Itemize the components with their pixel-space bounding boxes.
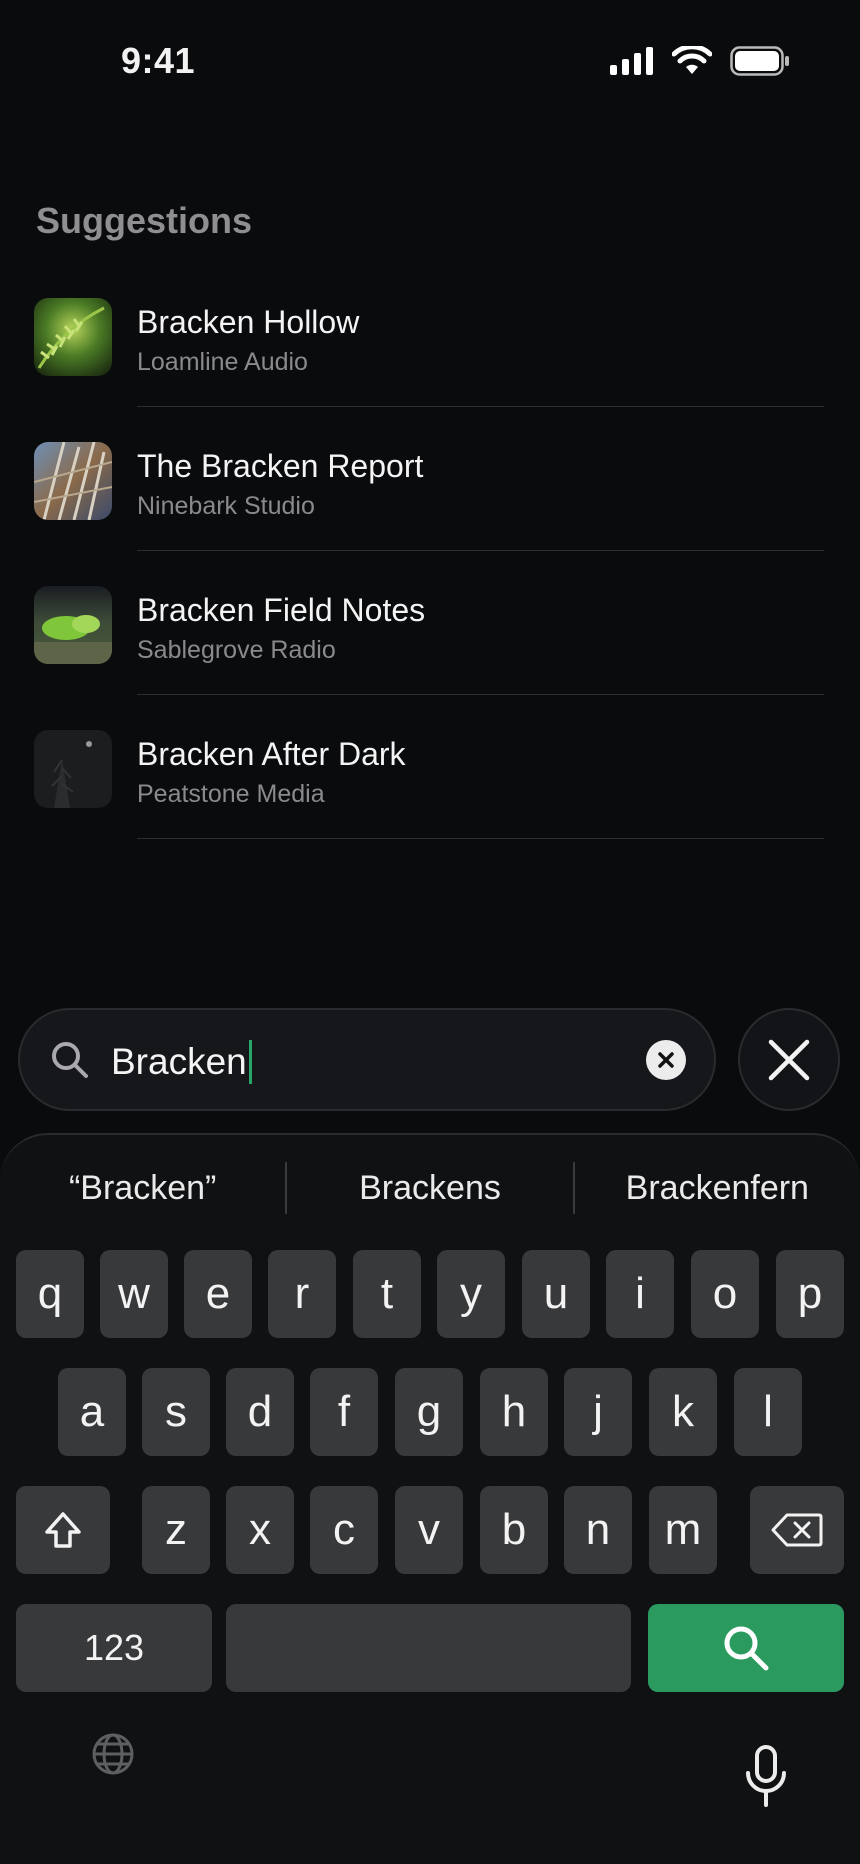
key-w[interactable]: w [100,1250,168,1338]
key-r[interactable]: r [268,1250,336,1338]
search-key[interactable] [648,1604,844,1692]
search-icon [724,1626,769,1671]
key-o[interactable]: o [691,1250,759,1338]
suggestions-list: Bracken Hollow Loamline Audio The Bracke… [0,290,860,866]
key-u[interactable]: u [522,1250,590,1338]
row-divider [137,838,824,839]
keyboard: “Bracken” Brackens Brackenfern q w e r t… [0,1133,860,1864]
podcast-artwork [34,442,112,520]
key-p[interactable]: p [776,1250,844,1338]
key-j[interactable]: j [564,1368,632,1456]
suggestion-subtitle: Sablegrove Radio [137,636,336,664]
close-search-button[interactable] [738,1008,840,1111]
row-divider [137,406,824,407]
search-input[interactable]: Bracken [111,1040,252,1084]
key-c[interactable]: c [310,1486,378,1574]
close-icon [768,1039,810,1080]
suggestion-subtitle: Peatstone Media [137,780,325,808]
suggestion-title: Bracken After Dark [137,736,406,772]
key-t[interactable]: t [353,1250,421,1338]
prediction-item[interactable]: Brackenfern [575,1169,860,1208]
clear-search-button[interactable] [646,1040,686,1080]
search-value: Bracken [111,1041,247,1082]
key-d[interactable]: d [226,1368,294,1456]
backspace-key[interactable] [750,1486,844,1574]
globe-icon[interactable] [91,1732,135,1776]
shift-icon [45,1512,81,1548]
suggestion-subtitle: Ninebark Studio [137,492,315,520]
microphone-icon[interactable] [744,1745,788,1809]
key-s[interactable]: s [142,1368,210,1456]
clear-icon [658,1052,674,1068]
suggestion-title: The Bracken Report [137,448,424,484]
text-caret [248,1040,252,1084]
suggestion-item[interactable]: Bracken Hollow Loamline Audio [0,290,860,434]
key-n[interactable]: n [564,1486,632,1574]
suggestion-title: Bracken Field Notes [137,592,426,628]
prediction-item[interactable]: “Bracken” [0,1169,285,1208]
suggestion-subtitle: Loamline Audio [137,348,308,376]
numbers-key[interactable]: 123 [16,1604,212,1692]
predictive-text-bar: “Bracken” Brackens Brackenfern [0,1135,860,1241]
section-title-suggestions: Suggestions [36,200,253,241]
signal-icon [610,47,653,75]
key-z[interactable]: z [142,1486,210,1574]
status-time: 9:41 [121,40,196,81]
podcast-artwork [34,586,112,664]
status-icons [610,46,790,76]
battery-icon [730,46,789,76]
key-i[interactable]: i [606,1250,674,1338]
key-h[interactable]: h [480,1368,548,1456]
key-m[interactable]: m [649,1486,717,1574]
wifi-icon [672,46,712,74]
status-bar: 9:41 [0,0,860,120]
backspace-icon [771,1513,823,1547]
key-x[interactable]: x [226,1486,294,1574]
key-l[interactable]: l [734,1368,802,1456]
row-divider [137,550,824,551]
search-field[interactable]: Bracken [18,1008,716,1111]
key-q[interactable]: q [16,1250,84,1338]
row-divider [137,694,824,695]
shift-key[interactable] [16,1486,110,1574]
key-v[interactable]: v [395,1486,463,1574]
key-f[interactable]: f [310,1368,378,1456]
key-a[interactable]: a [58,1368,126,1456]
space-key[interactable] [226,1604,631,1692]
suggestion-title: Bracken Hollow [137,304,360,340]
key-g[interactable]: g [395,1368,463,1456]
prediction-item[interactable]: Brackens [287,1169,572,1208]
key-e[interactable]: e [184,1250,252,1338]
podcast-artwork [34,298,112,376]
suggestion-item[interactable]: Bracken After Dark Peatstone Media [0,722,860,866]
key-b[interactable]: b [480,1486,548,1574]
key-y[interactable]: y [437,1250,505,1338]
podcast-artwork [34,730,112,808]
key-k[interactable]: k [649,1368,717,1456]
suggestion-item[interactable]: The Bracken Report Ninebark Studio [0,434,860,578]
suggestion-item[interactable]: Bracken Field Notes Sablegrove Radio [0,578,860,722]
search-icon [52,1042,88,1078]
